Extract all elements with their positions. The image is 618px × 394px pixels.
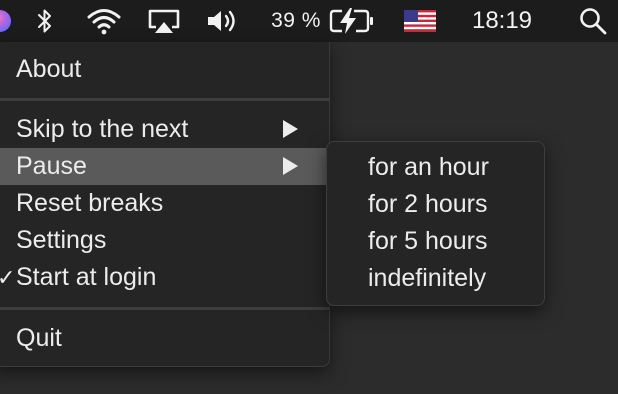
menu-item-label: About	[16, 55, 82, 83]
flag-glyph	[404, 10, 436, 32]
menu-separator	[0, 98, 329, 101]
app-dropdown-menu: About Skip to the next Pause Reset break…	[0, 42, 330, 367]
menu-item-skip-to-next[interactable]: Skip to the next	[0, 111, 329, 148]
menu-separator	[0, 307, 329, 310]
bluetooth-glyph	[38, 9, 51, 33]
submenu-arrow-icon	[283, 120, 298, 138]
airplay-glyph	[148, 9, 180, 33]
menu-item-label: Quit	[16, 324, 62, 352]
menu-item-label: Pause	[16, 152, 87, 180]
submenu-item-label: for an hour	[368, 153, 489, 181]
menu-item-label: Reset breaks	[16, 189, 164, 217]
app-status-icon[interactable]	[0, 0, 14, 42]
pause-submenu: for an hour for 2 hours for 5 hours inde…	[326, 141, 545, 306]
menu-item-start-at-login[interactable]: ✓ Start at login	[0, 259, 329, 296]
menu-item-settings[interactable]: Settings	[0, 222, 329, 259]
submenu-item-label: indefinitely	[368, 264, 487, 292]
menu-item-label: Start at login	[16, 263, 157, 291]
magnifier-glyph	[580, 8, 607, 35]
menu-item-reset-breaks[interactable]: Reset breaks	[0, 185, 329, 222]
speaker-glyph	[208, 10, 235, 32]
submenu-item-pause-hour[interactable]: for an hour	[327, 149, 544, 186]
submenu-item-pause-2-hours[interactable]: for 2 hours	[327, 186, 544, 223]
menu-item-pause[interactable]: Pause	[0, 148, 329, 185]
app-logo-icon	[0, 10, 11, 32]
wifi-glyph	[87, 9, 121, 35]
menu-item-label: Skip to the next	[16, 115, 189, 143]
checkmark-icon: ✓	[0, 264, 16, 290]
menu-bar: 39 % 18:19	[0, 0, 618, 42]
submenu-arrow-icon	[283, 157, 298, 175]
battery-glyph	[329, 8, 373, 34]
bluetooth-icon[interactable]	[33, 0, 57, 42]
search-icon[interactable]	[575, 0, 611, 42]
volume-icon[interactable]	[203, 0, 243, 42]
menu-bar-clock[interactable]: 18:19	[462, 0, 542, 42]
submenu-item-pause-5-hours[interactable]: for 5 hours	[327, 223, 544, 260]
menu-item-label: Settings	[16, 226, 107, 254]
submenu-item-label: for 5 hours	[368, 227, 488, 255]
menu-item-about[interactable]: About	[0, 51, 329, 88]
desktop: 39 % 18:19 About Skip to the next Pause …	[0, 0, 618, 394]
menu-item-quit[interactable]: Quit	[0, 320, 329, 357]
us-flag-icon[interactable]	[402, 0, 438, 42]
airplay-icon[interactable]	[144, 0, 184, 42]
submenu-item-pause-indefinitely[interactable]: indefinitely	[327, 260, 544, 297]
wifi-icon[interactable]	[84, 0, 124, 42]
battery-charging-icon[interactable]	[326, 0, 378, 42]
submenu-item-label: for 2 hours	[368, 190, 488, 218]
battery-percentage[interactable]: 39 %	[266, 0, 326, 42]
